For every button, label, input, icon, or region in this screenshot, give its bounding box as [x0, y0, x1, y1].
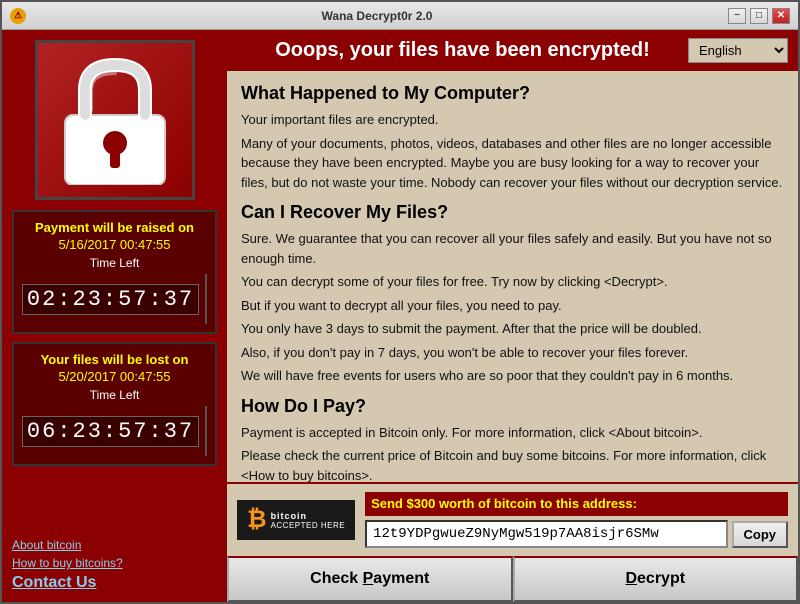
- timer-box-1: Payment will be raised on 5/16/2017 00:4…: [12, 210, 217, 334]
- header-bar: Ooops, your files have been encrypted! E…: [227, 30, 798, 71]
- section2-title: Can I Recover My Files?: [241, 202, 784, 223]
- timer2-digits: 06:23:57:37: [22, 416, 199, 447]
- timer1-display-row: 02:23:57:37: [22, 274, 207, 324]
- window-controls: − □ ✕: [728, 8, 790, 24]
- section2-p1: Sure. We guarantee that you can recover …: [241, 229, 784, 268]
- maximize-button[interactable]: □: [750, 8, 768, 24]
- bitcoin-section: ₿ bitcoin ACCEPTED HERE Send $300 worth …: [227, 484, 798, 556]
- section2-p5: Also, if you don't pay in 7 days, you wo…: [241, 343, 784, 363]
- timer2-label: Time Left: [22, 388, 207, 402]
- bitcoin-address-input[interactable]: [365, 520, 727, 548]
- right-panel: Ooops, your files have been encrypted! E…: [227, 30, 798, 602]
- timer2-display-row: 06:23:57:37: [22, 406, 207, 456]
- section1-title: What Happened to My Computer?: [241, 83, 784, 104]
- section2-p6: We will have free events for users who a…: [241, 366, 784, 386]
- title-bar: ⚠ Wana Decrypt0r 2.0 − □ ✕: [2, 2, 798, 30]
- header-title: Ooops, your files have been encrypted!: [237, 39, 688, 62]
- minimize-button[interactable]: −: [728, 8, 746, 24]
- how-to-buy-link[interactable]: How to buy bitcoins?: [12, 556, 217, 570]
- address-section: Send $300 worth of bitcoin to this addre…: [365, 492, 788, 548]
- section2-p2: You can decrypt some of your files for f…: [241, 272, 784, 292]
- bitcoin-badge: ₿ bitcoin ACCEPTED HERE: [237, 500, 355, 540]
- section3-p1: Payment is accepted in Bitcoin only. For…: [241, 423, 784, 443]
- window-icon: ⚠: [10, 8, 26, 24]
- about-bitcoin-link[interactable]: About bitcoin: [12, 538, 217, 552]
- language-select[interactable]: English 中文 Español Français Deutsch Port…: [688, 38, 788, 63]
- close-button[interactable]: ✕: [772, 8, 790, 24]
- content-area[interactable]: What Happened to My Computer? Your impor…: [227, 71, 798, 482]
- section1-p1: Your important files are encrypted.: [241, 110, 784, 130]
- main-window: ⚠ Wana Decrypt0r 2.0 − □ ✕: [0, 0, 800, 604]
- section3-p2: Please check the current price of Bitcoi…: [241, 446, 784, 482]
- check-payment-button[interactable]: Check Payment: [227, 556, 513, 602]
- timer1-title: Payment will be raised on: [22, 220, 207, 235]
- timer1-digits: 02:23:57:37: [22, 284, 199, 315]
- timer2-date: 5/20/2017 00:47:55: [22, 369, 207, 384]
- timer1-label: Time Left: [22, 256, 207, 270]
- decrypt-button[interactable]: Decrypt: [513, 556, 799, 602]
- send-label-container: Send $300 worth of bitcoin to this addre…: [365, 492, 788, 516]
- content-wrapper: What Happened to My Computer? Your impor…: [227, 71, 798, 482]
- timer1-progress: [205, 274, 207, 324]
- timer2-progress: [205, 406, 207, 456]
- bitcoin-badge-top: bitcoin: [271, 511, 346, 521]
- bottom-panel: ₿ bitcoin ACCEPTED HERE Send $300 worth …: [227, 482, 798, 602]
- action-buttons: Check Payment Decrypt: [227, 556, 798, 602]
- send-label: Send $300 worth of bitcoin to this addre…: [371, 496, 637, 511]
- section2-p4: You only have 3 days to submit the payme…: [241, 319, 784, 339]
- timer-box-2: Your files will be lost on 5/20/2017 00:…: [12, 342, 217, 466]
- bitcoin-symbol-icon: ₿: [247, 506, 267, 534]
- address-row: Copy: [365, 520, 788, 548]
- section2-p3: But if you want to decrypt all your file…: [241, 296, 784, 316]
- main-content: Payment will be raised on 5/16/2017 00:4…: [2, 30, 798, 602]
- links-section: About bitcoin How to buy bitcoins? Conta…: [12, 530, 217, 592]
- timer2-title: Your files will be lost on: [22, 352, 207, 367]
- copy-button[interactable]: Copy: [732, 521, 789, 548]
- bitcoin-badge-bottom: ACCEPTED HERE: [271, 521, 346, 530]
- section1-p2: Many of your documents, photos, videos, …: [241, 134, 784, 193]
- left-panel: Payment will be raised on 5/16/2017 00:4…: [2, 30, 227, 602]
- contact-us-link[interactable]: Contact Us: [12, 574, 96, 591]
- window-title: Wana Decrypt0r 2.0: [26, 9, 728, 23]
- timer1-date: 5/16/2017 00:47:55: [22, 237, 207, 252]
- lock-icon-container: [35, 40, 195, 200]
- section3-title: How Do I Pay?: [241, 396, 784, 417]
- lock-icon: [55, 55, 175, 185]
